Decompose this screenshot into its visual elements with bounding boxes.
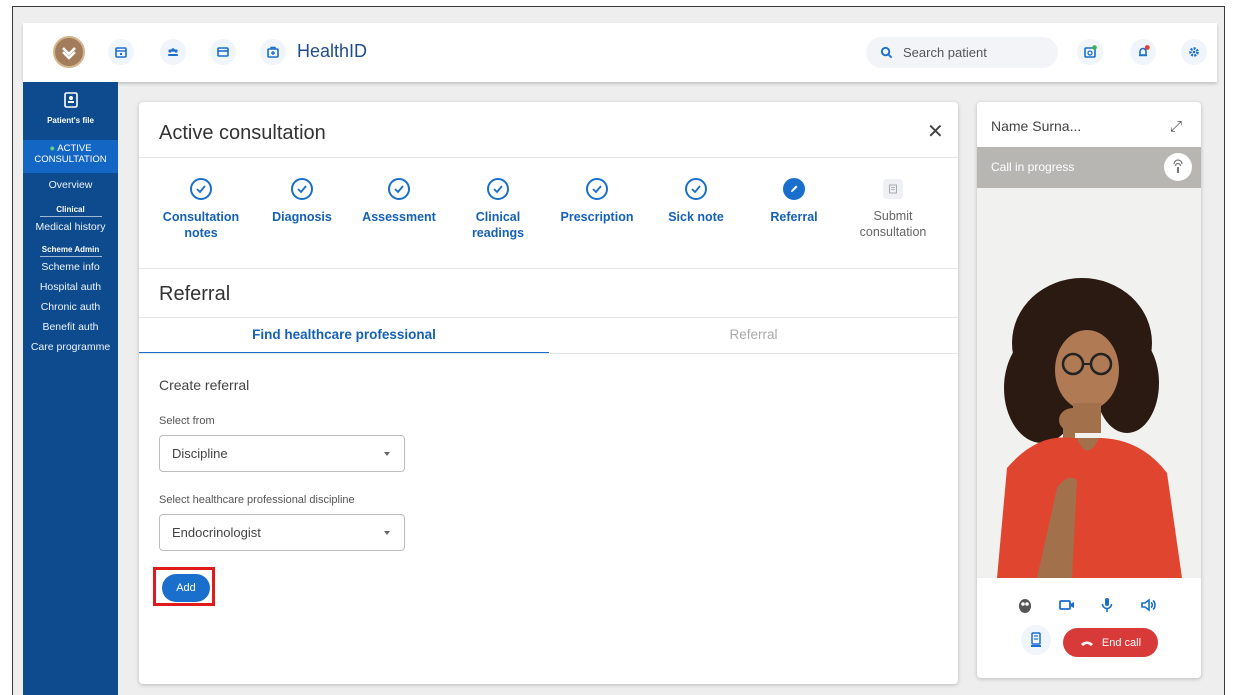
- step-assessment[interactable]: Assessment: [351, 178, 447, 225]
- divider: [139, 157, 958, 158]
- video-feed: [977, 188, 1201, 578]
- video-camera-icon[interactable]: [1057, 595, 1077, 615]
- signal-icon[interactable]: [1164, 153, 1192, 181]
- active-label-2: CONSULTATION: [34, 154, 107, 165]
- step-label: Sick note: [668, 210, 724, 224]
- sidebar-item-care-programme[interactable]: Care programme: [23, 337, 118, 357]
- notifications-icon[interactable]: [1130, 39, 1156, 65]
- device-icon[interactable]: [1021, 625, 1051, 655]
- caller-name: Name Surna...: [991, 118, 1082, 134]
- step-label: Diagnosis: [272, 210, 332, 224]
- step-label: Referral: [770, 210, 818, 224]
- end-call-button[interactable]: End call: [1063, 628, 1158, 657]
- step-sick-note[interactable]: Sick note: [648, 178, 744, 225]
- check-icon: [291, 178, 313, 200]
- speaker-icon[interactable]: [1138, 595, 1158, 615]
- search-box[interactable]: [866, 37, 1058, 68]
- microphone-icon[interactable]: [1097, 595, 1117, 615]
- step-label: Submit: [873, 209, 913, 223]
- check-icon: [190, 178, 212, 200]
- call-status: Call in progress: [991, 160, 1075, 174]
- sidebar-item-overview[interactable]: Overview: [23, 175, 118, 195]
- active-label-1: ACTIVE: [57, 143, 92, 154]
- discipline-value: Endocrinologist: [172, 525, 261, 540]
- step-diagnosis[interactable]: Diagnosis: [254, 178, 350, 225]
- settings-gear-icon[interactable]: [1181, 39, 1207, 65]
- select-from-label: Select from: [159, 415, 215, 427]
- owl-icon[interactable]: [1015, 595, 1035, 615]
- step-clinical-readings[interactable]: Clinical readings: [450, 178, 546, 241]
- sidebar-heading-scheme-admin: Scheme Admin: [39, 245, 102, 257]
- step-label: Prescription: [560, 210, 634, 224]
- step-label: Clinical: [475, 210, 521, 224]
- check-icon: [685, 178, 707, 200]
- end-call-label: End call: [1101, 636, 1142, 649]
- step-prescription[interactable]: Prescription: [549, 178, 645, 225]
- page-title: Active consultation: [159, 122, 326, 144]
- caret-down-icon: [384, 452, 390, 456]
- check-icon: [388, 178, 410, 200]
- top-bar: HealthID: [23, 23, 1217, 82]
- select-from-dropdown[interactable]: Discipline: [159, 435, 405, 472]
- video-participant-image: [977, 188, 1201, 578]
- search-icon: [880, 46, 893, 59]
- close-button[interactable]: ✕: [927, 122, 944, 142]
- sidebar-item-active-consultation[interactable]: ● ACTIVE CONSULTATION: [23, 140, 118, 173]
- step-label: notes: [184, 226, 218, 240]
- calendar-icon[interactable]: [108, 39, 134, 65]
- sidebar-item-medical-history[interactable]: Medical history: [23, 217, 118, 237]
- form-subtitle: Create referral: [159, 377, 250, 393]
- step-label: consultation: [859, 225, 927, 239]
- discipline-dropdown[interactable]: Endocrinologist: [159, 514, 405, 551]
- divider: [139, 353, 958, 354]
- divider: [139, 268, 958, 269]
- expand-icon[interactable]: ⤢: [1170, 118, 1182, 135]
- video-call-panel: Name Surna... ⤢ Call in progress End cal…: [977, 102, 1201, 678]
- medical-bag-icon[interactable]: [260, 39, 286, 65]
- patients-file-label: Patient's file: [47, 116, 94, 125]
- check-icon: [487, 178, 509, 200]
- card-icon[interactable]: [210, 39, 236, 65]
- brand-logo[interactable]: [53, 36, 85, 68]
- tab-find-healthcare-professional[interactable]: Find healthcare professional: [139, 318, 549, 354]
- sidebar-heading-clinical: Clinical: [39, 205, 102, 217]
- pencil-icon: [783, 178, 805, 200]
- step-submit-consultation[interactable]: Submit consultation: [845, 178, 941, 240]
- app-title: HealthID: [297, 41, 368, 61]
- highlight-box: [153, 567, 215, 606]
- sidebar-item-hospital-auth[interactable]: Hospital auth: [23, 277, 118, 297]
- sidebar-item-scheme-info[interactable]: Scheme info: [23, 257, 118, 277]
- select-from-value: Discipline: [172, 446, 228, 461]
- check-icon: [586, 178, 608, 200]
- monitor-icon[interactable]: [1077, 39, 1103, 65]
- sidebar-item-chronic-auth[interactable]: Chronic auth: [23, 297, 118, 317]
- active-dot-icon: ●: [49, 143, 56, 154]
- patient-file-icon: [63, 92, 78, 108]
- consultation-panel: Active consultation ✕ Consultation notes …: [139, 102, 958, 684]
- patients-file-link[interactable]: Patient's file: [23, 82, 118, 140]
- call-status-bar: Call in progress: [977, 147, 1201, 188]
- caret-down-icon: [384, 531, 390, 535]
- document-icon: [883, 179, 903, 199]
- discipline-label: Select healthcare professional disciplin…: [159, 494, 355, 506]
- app-frame: HealthID Patient's file ● ACTIVE CONSULT…: [12, 6, 1225, 695]
- patients-icon[interactable]: [160, 39, 186, 65]
- step-label: Assessment: [362, 210, 436, 224]
- search-input[interactable]: [903, 45, 1043, 60]
- step-label: readings: [471, 226, 525, 240]
- tab-referral[interactable]: Referral: [549, 318, 958, 354]
- phone-hangup-icon: [1080, 641, 1093, 646]
- step-referral[interactable]: Referral: [746, 178, 842, 225]
- sidebar-item-benefit-auth[interactable]: Benefit auth: [23, 317, 118, 337]
- step-consultation-notes[interactable]: Consultation notes: [153, 178, 249, 241]
- section-title: Referral: [159, 283, 231, 305]
- step-label: Consultation: [162, 210, 240, 224]
- sidebar: Patient's file ● ACTIVE CONSULTATION Ove…: [23, 82, 118, 695]
